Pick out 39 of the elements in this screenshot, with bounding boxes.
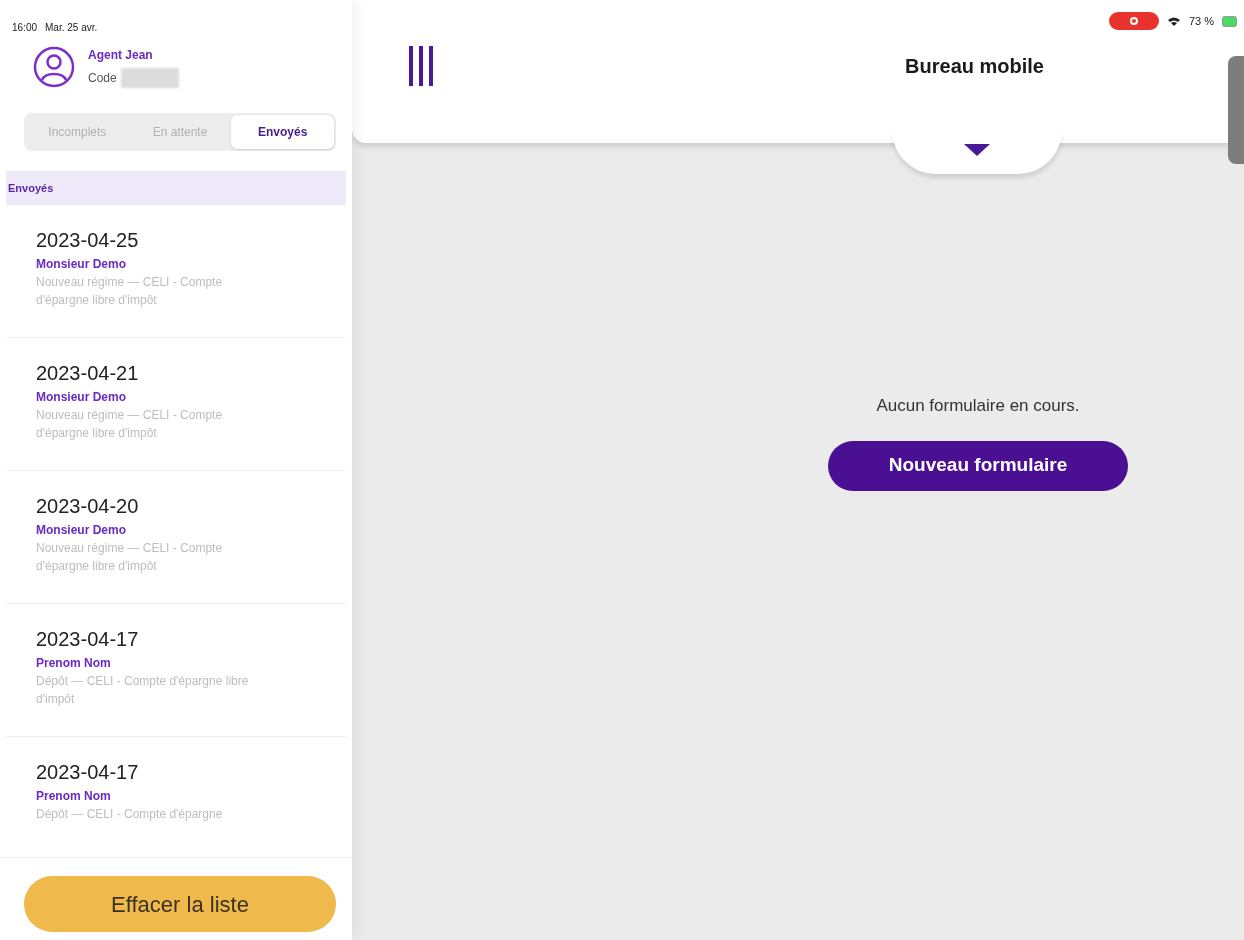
item-date: 2023-04-20 [36, 494, 140, 519]
header-tab[interactable] [892, 130, 1062, 174]
user-avatar-icon [32, 45, 76, 89]
item-description: Dépôt — CELI - Compte d'épargne [36, 806, 224, 823]
redacted-code [120, 68, 179, 88]
clear-list-button[interactable]: Effacer la liste [24, 876, 336, 932]
item-client: Monsieur Demo [36, 256, 127, 273]
sent-form-item[interactable]: 2023-04-17 Prenom Nom Dépôt — CELI - Compte d'épargne [6, 737, 346, 857]
item-description: Dépôt — CELI - Compte d'épargne libre d'impôt [36, 673, 250, 708]
item-description: Nouveau régime — CELI - Compte d'épargne libre d'impôt [36, 540, 224, 575]
new-form-button[interactable]: Nouveau formulaire [828, 440, 1128, 491]
page-title: Bureau mobile [905, 54, 1044, 79]
empty-message: Aucun formulaire en cours. [876, 395, 1080, 417]
battery-percent: 73 % [1188, 13, 1214, 29]
recording-indicator-icon [1108, 12, 1159, 30]
item-client: Monsieur Demo [36, 522, 127, 539]
item-date: 2023-04-21 [36, 361, 140, 386]
section-header: Envoyés [6, 171, 346, 205]
item-date: 2023-04-17 [36, 627, 140, 652]
wifi-icon [1166, 15, 1181, 27]
agent-name: Agent Jean [88, 47, 154, 64]
status-time: 16:00 [12, 21, 38, 35]
item-date: 2023-04-25 [36, 228, 140, 253]
sent-form-item[interactable]: 2023-04-17 Prenom Nom Dépôt — CELI - Compte d'épargne libre d'impôt [6, 604, 346, 737]
filter-tab[interactable]: Envoyés [231, 115, 334, 149]
code-label: Code [88, 70, 117, 87]
sent-form-item[interactable]: 2023-04-20 Monsieur Demo Nouveau régime — CELI - Compte d'épargne libre d'impôt [6, 471, 346, 604]
status-date: Mar. 25 avr. [45, 21, 98, 35]
item-client: Monsieur Demo [36, 389, 127, 406]
battery-icon [1222, 15, 1238, 27]
item-client: Prenom Nom [36, 655, 112, 672]
menu-icon[interactable] [408, 46, 434, 86]
side-handle[interactable] [1228, 56, 1244, 164]
item-client: Prenom Nom [36, 788, 112, 805]
sent-form-item[interactable]: 2023-04-21 Monsieur Demo Nouveau régime — CELI - Compte d'épargne libre d'impôt [6, 338, 346, 471]
sent-form-item[interactable]: 2023-04-25 Monsieur Demo Nouveau régime — CELI - Compte d'épargne libre d'impôt [6, 205, 346, 338]
item-description: Nouveau régime — CELI - Compte d'épargne libre d'impôt [36, 274, 224, 309]
item-description: Nouveau régime — CELI - Compte d'épargne libre d'impôt [36, 407, 224, 442]
item-date: 2023-04-17 [36, 760, 140, 785]
